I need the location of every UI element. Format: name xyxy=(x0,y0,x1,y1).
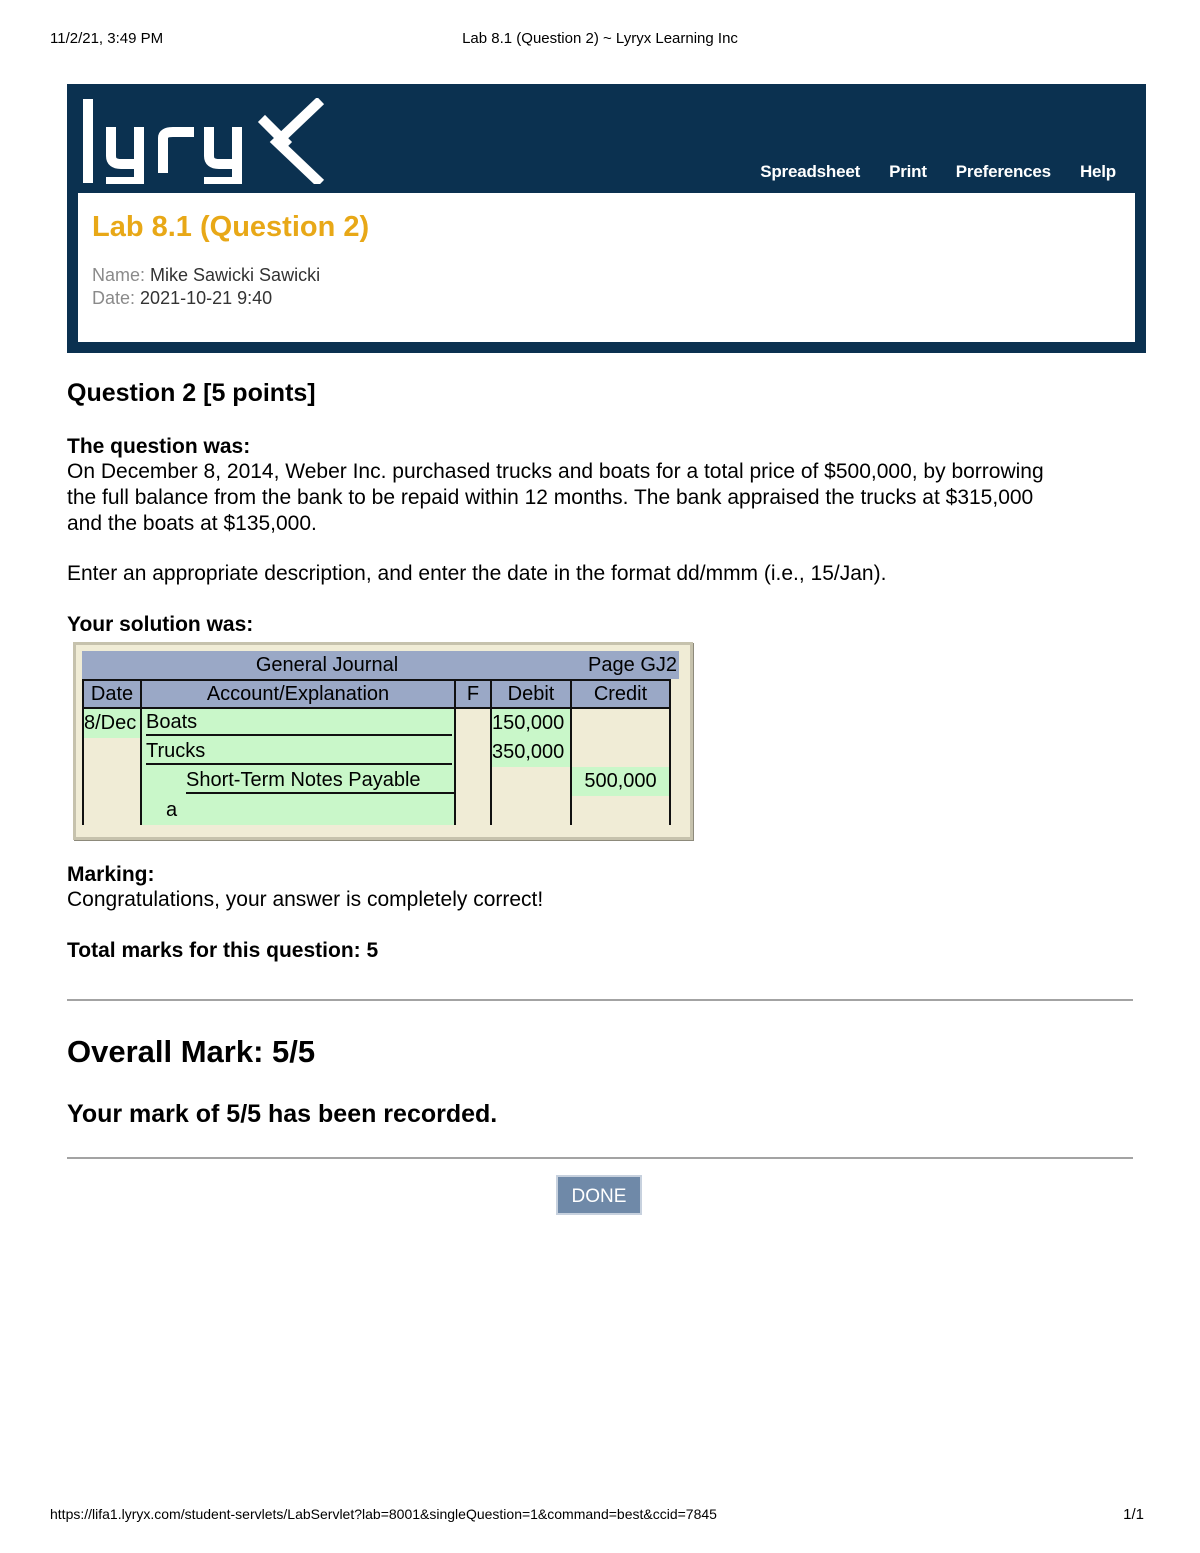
question-was-label: The question was: xyxy=(67,435,251,458)
journal-date-cell: 8/Dec xyxy=(82,708,142,738)
journal-debit-cell: 350,000 xyxy=(490,738,572,767)
journal-debit-cell xyxy=(490,796,572,825)
journal-credit-cell xyxy=(570,708,671,738)
question-text: On December 8, 2014, Weber Inc. purchase… xyxy=(67,459,1044,537)
col-account: Account/Explanation xyxy=(140,679,456,709)
lab-title: Lab 8.1 (Question 2) xyxy=(92,211,370,243)
total-marks: Total marks for this question: 5 xyxy=(67,939,379,962)
divider xyxy=(67,999,1133,1001)
nav-preferences[interactable]: Preferences xyxy=(956,162,1051,182)
journal-account-cell: Trucks xyxy=(140,738,456,767)
marking-label: Marking: xyxy=(67,863,155,886)
journal-credit-cell xyxy=(570,738,671,767)
journal-row: Trucks 350,000 xyxy=(82,738,671,767)
divider xyxy=(67,1157,1133,1159)
journal-row: a xyxy=(82,796,671,825)
student-name: Name: Mike Sawicki Sawicki xyxy=(92,265,320,286)
journal-description-cell: a xyxy=(140,796,456,825)
lyryx-banner: lyryx Spreadsheet Print Preferences Help… xyxy=(67,84,1146,353)
journal-f-cell xyxy=(454,738,492,767)
journal-debit-cell xyxy=(490,767,572,796)
journal-account-text: Trucks xyxy=(146,740,452,765)
print-page-count: 1/1 xyxy=(1123,1506,1144,1523)
submission-date: Date: 2021-10-21 9:40 xyxy=(92,288,272,309)
col-f: F xyxy=(454,679,492,709)
journal-row: 8/Dec Boats 150,000 xyxy=(82,708,671,738)
journal-row: Short-Term Notes Payable 500,000 xyxy=(82,767,671,796)
journal-credit-cell xyxy=(570,796,671,825)
mark-recorded: Your mark of 5/5 has been recorded. xyxy=(67,1100,498,1128)
journal-header-row: Date Account/Explanation F Debit Credit xyxy=(82,679,671,709)
journal-account-cell: Boats xyxy=(140,708,456,738)
journal-page: Page GJ2 xyxy=(588,654,677,676)
col-debit: Debit xyxy=(490,679,572,709)
journal-date-cell xyxy=(82,738,142,767)
done-button[interactable]: DONE xyxy=(556,1175,642,1215)
question-line-2: the full balance from the bank to be rep… xyxy=(67,486,1034,509)
journal-title: General Journal xyxy=(255,654,399,676)
journal-credit-cell: 500,000 xyxy=(570,767,671,796)
journal-account-cell: Short-Term Notes Payable xyxy=(140,767,456,796)
general-journal: General Journal Page GJ2 Date Account/Ex… xyxy=(73,642,693,840)
question-heading: Question 2 [5 points] xyxy=(67,379,316,407)
question-line-1: On December 8, 2014, Weber Inc. purchase… xyxy=(67,460,1044,483)
journal-date-cell xyxy=(82,796,142,825)
nav-spreadsheet[interactable]: Spreadsheet xyxy=(760,162,860,182)
question-line-3: and the boats at $135,000. xyxy=(67,512,317,535)
date-value: 2021-10-21 9:40 xyxy=(140,288,273,308)
nav-help[interactable]: Help xyxy=(1080,162,1116,182)
col-credit: Credit xyxy=(570,679,671,709)
journal-title-bar: General Journal Page GJ2 xyxy=(82,651,679,679)
lyryx-logo: lyryx xyxy=(83,98,325,184)
journal-date-cell xyxy=(82,767,142,796)
overall-mark: Overall Mark: 5/5 xyxy=(67,1034,316,1069)
question-instruction: Enter an appropriate description, and en… xyxy=(67,562,887,585)
date-label: Date: xyxy=(92,288,136,308)
journal-account-text: Short-Term Notes Payable xyxy=(186,769,454,794)
name-label: Name: xyxy=(92,265,146,285)
marking-text: Congratulations, your answer is complete… xyxy=(67,888,544,911)
nav-print[interactable]: Print xyxy=(889,162,927,182)
journal-table: Date Account/Explanation F Debit Credit … xyxy=(82,679,671,825)
journal-f-cell xyxy=(454,708,492,738)
name-value: Mike Sawicki Sawicki xyxy=(150,265,321,285)
solution-label: Your solution was: xyxy=(67,613,254,636)
col-date: Date xyxy=(82,679,142,709)
journal-debit-cell: 150,000 xyxy=(490,708,572,738)
journal-f-cell xyxy=(454,767,492,796)
print-url: https://lifa1.lyryx.com/student-servlets… xyxy=(50,1506,717,1522)
print-page-title: Lab 8.1 (Question 2) ~ Lyryx Learning In… xyxy=(462,30,738,47)
top-nav: Spreadsheet Print Preferences Help xyxy=(760,162,1116,182)
lab-info-panel: Lab 8.1 (Question 2) Name: Mike Sawicki … xyxy=(78,193,1135,342)
journal-f-cell xyxy=(454,796,492,825)
journal-account-text: Boats xyxy=(146,711,452,736)
